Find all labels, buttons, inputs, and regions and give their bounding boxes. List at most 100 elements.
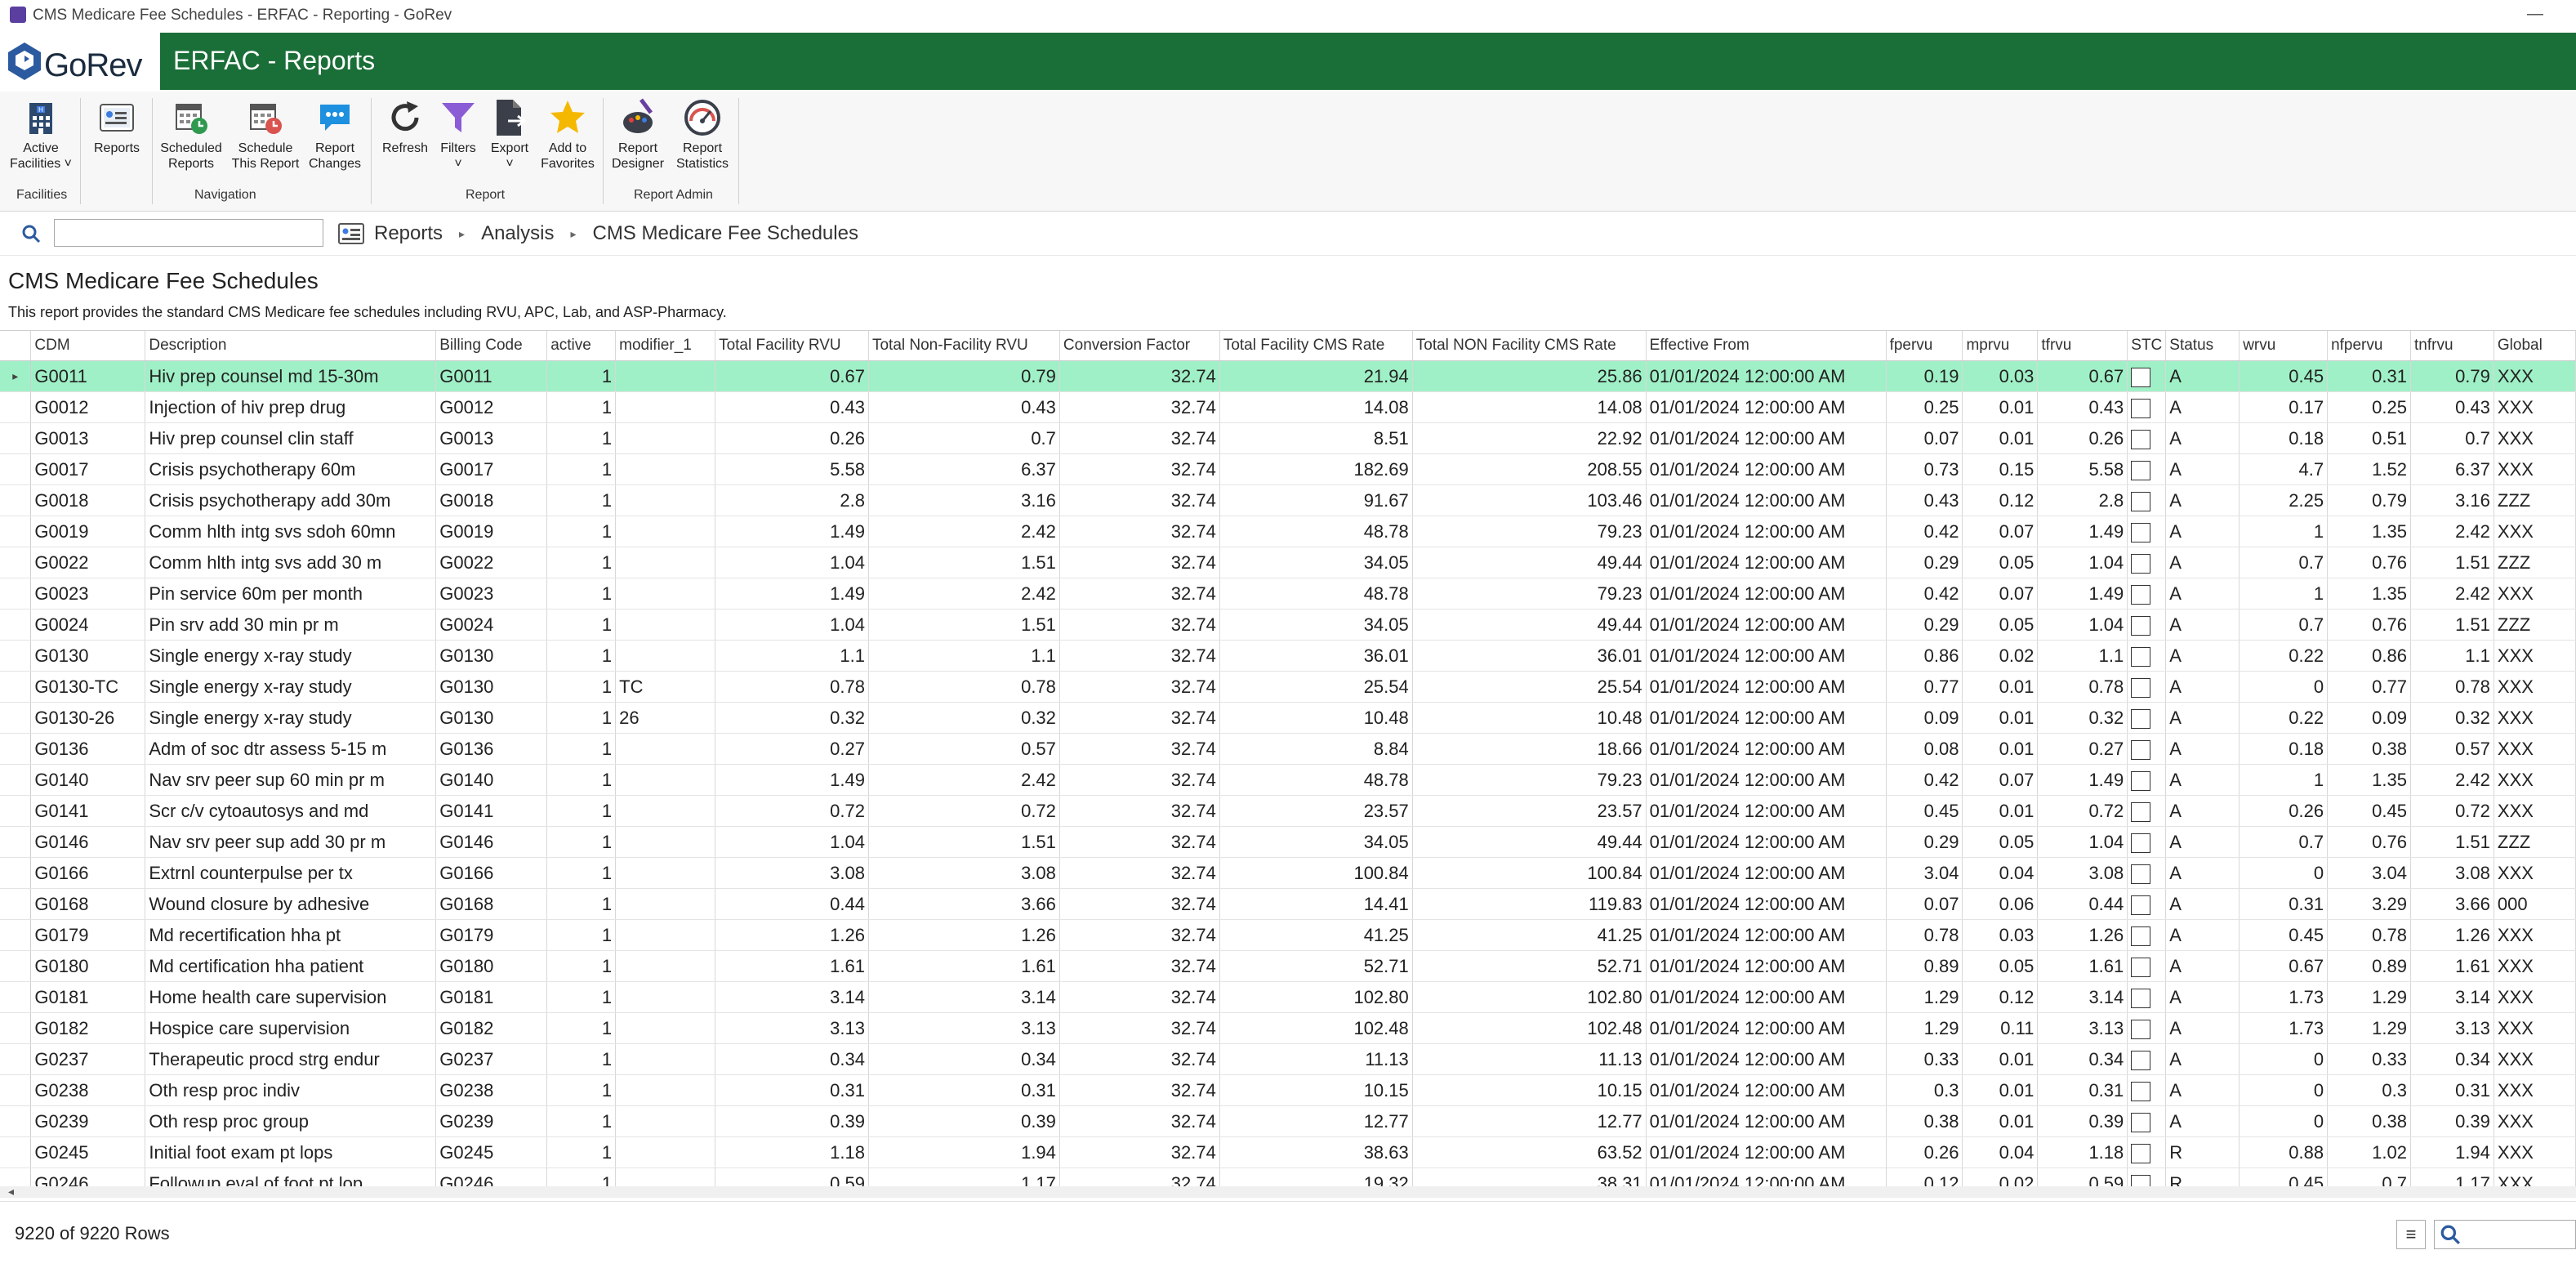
column-header[interactable]: tnfrvu xyxy=(2410,331,2494,361)
stc-checkbox-cell[interactable] xyxy=(2127,702,2167,734)
row-indicator[interactable] xyxy=(0,1043,32,1075)
stc-checkbox-cell[interactable] xyxy=(2127,516,2167,547)
column-header[interactable]: Total Facility CMS Rate xyxy=(1219,331,1413,361)
breadcrumb-current[interactable]: CMS Medicare Fee Schedules xyxy=(592,222,858,245)
stc-checkbox[interactable] xyxy=(2131,491,2151,511)
stc-checkbox[interactable] xyxy=(2131,429,2151,449)
stc-checkbox-cell[interactable] xyxy=(2127,826,2167,858)
stc-checkbox-cell[interactable] xyxy=(2127,764,2167,796)
hamburger-icon[interactable]: ≡ xyxy=(2396,1220,2426,1249)
stc-checkbox[interactable] xyxy=(2131,708,2151,729)
stc-checkbox[interactable] xyxy=(2131,739,2151,760)
stc-checkbox[interactable] xyxy=(2131,895,2151,915)
table-row[interactable]: G0238 Oth resp proc indiv G0238 1 0.31 0.31 32… xyxy=(0,1074,2576,1106)
table-row[interactable]: G0130-26 Single energy x-ray study G0130 1 2… xyxy=(0,702,2576,734)
table-row[interactable]: ▸ G0011 Hiv prep counsel md 15-30m G0011 1 0.… xyxy=(0,360,2576,392)
column-header[interactable]: nfpervu xyxy=(2327,331,2411,361)
table-row[interactable]: G0017 Crisis psychotherapy 60m G0017 1 5.58 6… xyxy=(0,453,2576,485)
stc-checkbox[interactable] xyxy=(2131,367,2151,387)
stc-checkbox-cell[interactable] xyxy=(2127,422,2167,454)
column-header[interactable]: active xyxy=(546,331,617,361)
table-row[interactable]: G0019 Comm hlth intg svs sdoh 60mn G0019 1 1… xyxy=(0,516,2576,547)
table-row[interactable]: G0141 Scr c/v cytoautosys and md G0141 1 0.7… xyxy=(0,795,2576,827)
breadcrumb-analysis[interactable]: Analysis xyxy=(481,222,554,245)
column-header[interactable]: CDM xyxy=(30,331,146,361)
table-row[interactable]: G0166 Extrnl counterpulse per tx G0166 1 3.0… xyxy=(0,857,2576,889)
report-search-input[interactable] xyxy=(54,219,323,247)
stc-checkbox[interactable] xyxy=(2131,615,2151,636)
reports-button[interactable]: Reports xyxy=(88,98,145,156)
add-to-favorites-button[interactable]: Add to Favorites xyxy=(536,98,599,172)
row-indicator[interactable] xyxy=(0,888,32,920)
filters-button[interactable]: Filters ˅ xyxy=(433,98,484,172)
stc-checkbox-cell[interactable] xyxy=(2127,1105,2167,1137)
stc-checkbox-cell[interactable] xyxy=(2127,1136,2167,1168)
row-indicator[interactable] xyxy=(0,391,32,423)
table-row[interactable]: G0012 Injection of hiv prep drug G0012 1 0.4… xyxy=(0,391,2576,423)
column-header[interactable]: Total Non-Facility RVU xyxy=(868,331,1060,361)
schedule-this-report-button[interactable]: Schedule This Report xyxy=(229,98,302,172)
current-row-indicator-icon[interactable]: ▸ xyxy=(0,360,32,392)
row-indicator[interactable] xyxy=(0,981,32,1013)
row-indicator[interactable] xyxy=(0,640,32,672)
table-row[interactable]: G0130 Single energy x-ray study G0130 1 1.1 1… xyxy=(0,640,2576,672)
column-header[interactable]: Global xyxy=(2494,331,2576,361)
table-row[interactable]: G0245 Initial foot exam pt lops G0245 1 1.18… xyxy=(0,1136,2576,1168)
stc-checkbox[interactable] xyxy=(2131,677,2151,698)
stc-checkbox[interactable] xyxy=(2131,1081,2151,1101)
table-row[interactable]: G0181 Home health care supervision G0181 1 3… xyxy=(0,981,2576,1013)
row-indicator[interactable] xyxy=(0,857,32,889)
minimize-button[interactable]: — xyxy=(2527,5,2543,24)
search-icon[interactable] xyxy=(21,224,41,243)
stc-checkbox[interactable] xyxy=(2131,957,2151,977)
table-row[interactable]: G0180 Md certification hha patient G0180 1 1… xyxy=(0,950,2576,982)
column-header[interactable]: Total NON Facility CMS Rate xyxy=(1412,331,1647,361)
row-indicator[interactable] xyxy=(0,578,32,609)
row-indicator[interactable] xyxy=(0,422,32,454)
table-row[interactable]: G0146 Nav srv peer sup add 30 pr m G0146 1 1… xyxy=(0,826,2576,858)
scheduled-reports-button[interactable]: Scheduled Reports xyxy=(157,98,225,172)
stc-checkbox-cell[interactable] xyxy=(2127,453,2167,485)
stc-checkbox[interactable] xyxy=(2131,1112,2151,1132)
stc-checkbox-cell[interactable] xyxy=(2127,733,2167,765)
table-row[interactable]: G0168 Wound closure by adhesive G0168 1 0.44… xyxy=(0,888,2576,920)
row-indicator[interactable] xyxy=(0,547,32,578)
column-header[interactable]: tfrvu xyxy=(2037,331,2128,361)
column-header[interactable]: Conversion Factor xyxy=(1059,331,1220,361)
column-header[interactable]: Status xyxy=(2165,331,2240,361)
stc-checkbox-cell[interactable] xyxy=(2127,360,2167,392)
stc-checkbox-cell[interactable] xyxy=(2127,795,2167,827)
row-indicator[interactable] xyxy=(0,453,32,485)
report-designer-button[interactable]: Report Designer xyxy=(608,98,668,172)
column-header[interactable]: Description xyxy=(145,331,437,361)
row-indicator[interactable] xyxy=(0,702,32,734)
stc-checkbox[interactable] xyxy=(2131,1050,2151,1070)
table-row[interactable]: G0130-TC Single energy x-ray study G0130 1 T… xyxy=(0,671,2576,703)
column-header[interactable]: Total Facility RVU xyxy=(715,331,869,361)
row-indicator[interactable] xyxy=(0,733,32,765)
table-row[interactable]: G0140 Nav srv peer sup 60 min pr m G0140 1 1… xyxy=(0,764,2576,796)
row-indicator[interactable] xyxy=(0,1105,32,1137)
row-indicator[interactable] xyxy=(0,1074,32,1106)
stc-checkbox-cell[interactable] xyxy=(2127,640,2167,672)
row-indicator[interactable] xyxy=(0,516,32,547)
stc-checkbox[interactable] xyxy=(2131,926,2151,946)
stc-checkbox[interactable] xyxy=(2131,460,2151,480)
stc-checkbox[interactable] xyxy=(2131,398,2151,418)
row-indicator[interactable] xyxy=(0,609,32,641)
stc-checkbox-cell[interactable] xyxy=(2127,857,2167,889)
stc-checkbox-cell[interactable] xyxy=(2127,391,2167,423)
table-row[interactable]: G0013 Hiv prep counsel clin staff G0013 1 0.… xyxy=(0,422,2576,454)
table-row[interactable]: G0024 Pin srv add 30 min pr m G0024 1 1.04 1.… xyxy=(0,609,2576,641)
column-header[interactable]: STC xyxy=(2127,331,2167,361)
column-header[interactable]: Billing Code xyxy=(435,331,548,361)
stc-checkbox[interactable] xyxy=(2131,1143,2151,1163)
refresh-button[interactable]: Refresh xyxy=(376,98,435,156)
stc-checkbox[interactable] xyxy=(2131,801,2151,822)
report-changes-button[interactable]: Report Changes xyxy=(304,98,366,172)
active-facilities-button[interactable]: H Active Facilities ˅ xyxy=(7,98,75,172)
stc-checkbox[interactable] xyxy=(2131,833,2151,853)
column-header[interactable]: mprvu xyxy=(1962,331,2039,361)
row-indicator[interactable] xyxy=(0,484,32,516)
table-row[interactable]: G0239 Oth resp proc group G0239 1 0.39 0.39 32… xyxy=(0,1105,2576,1137)
